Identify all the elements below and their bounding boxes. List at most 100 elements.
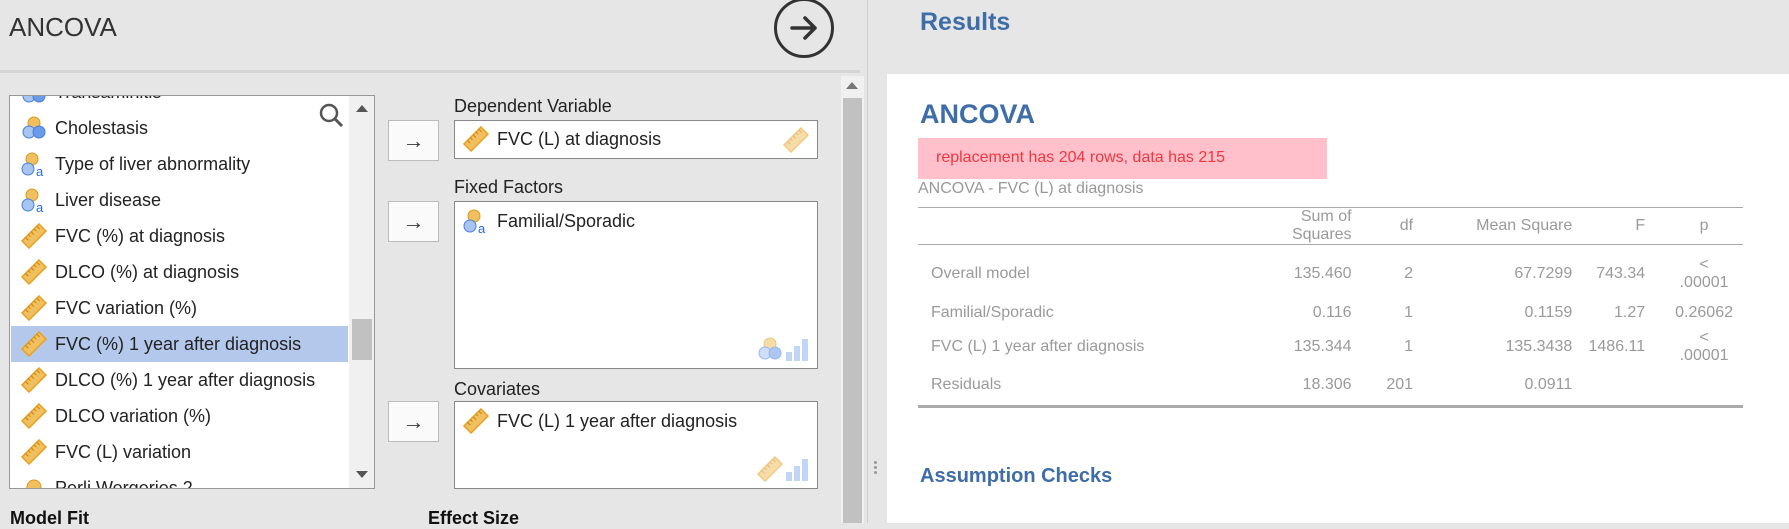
column-header: Mean Square [1435,207,1583,245]
panel-splitter[interactable] [867,0,887,523]
continuous-variable-icon [20,258,48,286]
results-title: Results [920,8,1011,36]
run-button[interactable] [774,0,834,58]
scrollbar-thumb[interactable] [843,98,862,523]
continuous-variable-icon [20,366,48,394]
row-label: Familial/Sporadic [931,303,1054,321]
variable-list-item[interactable]: DLCO (%) at diagnosis [11,254,348,290]
variable-label: Perli Wergeries 2 [55,477,193,489]
table-cell: 135.460 [1293,264,1352,282]
table-row: Overall model 135.460 2 67.7299 743.34 < .000… [918,245,1743,297]
variable-label: Transaminitis [55,96,161,103]
variable-list-item[interactable]: FVC (L) variation [11,434,348,470]
continuous-variable-icon [20,294,48,322]
arrow-right-icon: → [402,127,425,153]
move-to-covariates-button[interactable]: → [388,401,439,442]
variable-label: FVC variation (%) [55,297,198,318]
row-label: Overall model [931,264,1030,282]
options-scrollbar[interactable] [841,76,864,523]
move-to-dependent-button[interactable]: → [388,120,439,161]
ordinal-type-hint-icon [785,456,809,482]
variable-label: DLCO (%) at diagnosis [55,261,240,282]
analysis-title: ANCOVA [9,12,117,42]
table-cell: < .00001 [1679,255,1729,291]
variable-label: DLCO (%) 1 year after diagnosis [55,369,316,390]
scroll-up-icon[interactable] [356,105,368,112]
options-panel: ANCOVA Transaminitis Cholestasis a Type of … [0,0,867,528]
continuous-variable-icon [20,222,48,250]
column-header: p [1675,207,1743,245]
variable-label: FVC (%) 1 year after diagnosis [55,333,302,354]
effect-size-section[interactable]: Effect Size [428,508,519,529]
svg-text:a: a [36,164,44,177]
fixed-factors-box[interactable]: a Familial/Sporadic [454,201,818,369]
variable-list-item[interactable]: Transaminitis [11,96,348,110]
variable-list-item[interactable]: DLCO variation (%) [11,398,348,434]
arrow-right-icon: → [402,208,425,234]
table-cell: < .00001 [1679,328,1729,364]
continuous-variable-icon [20,330,48,358]
continuous-variable-icon [20,438,48,466]
continuous-type-hint-icon [782,126,810,154]
variable-list-scrollbar[interactable] [349,96,374,488]
variable-list-item[interactable]: DLCO (%) 1 year after diagnosis [11,362,348,398]
assumption-checks-heading[interactable]: Assumption Checks [920,465,1112,488]
scroll-up-icon[interactable] [846,82,858,89]
analysis-heading: ANCOVA [920,99,1036,129]
variable-list-item[interactable]: a Liver disease [11,182,348,218]
fixed-factor-item[interactable]: a Familial/Sporadic [463,208,636,236]
table-cell: 0.0911 [1435,364,1583,408]
table-cell: 1 [1404,337,1414,355]
variable-list-item[interactable]: FVC (%) 1 year after diagnosis [11,326,348,362]
variable-list-item[interactable]: Perli Wergeries 2 [11,470,348,489]
table-cell: 0.1159 [1524,303,1573,321]
table-cell: 1.27 [1614,303,1646,321]
table-header-row: Sum of Squares df Mean Square F p [918,207,1743,245]
variable-label: FVC (L) 1 year after diagnosis [497,410,738,431]
variable-list-item[interactable]: FVC variation (%) [11,290,348,326]
scrollbar-thumb[interactable] [352,319,372,360]
variable-label: Type of liver abnormality [55,153,251,174]
column-header [918,207,1262,245]
arrow-right-icon: → [402,408,425,434]
covariate-item[interactable]: FVC (L) 1 year after diagnosis [462,407,738,435]
variable-label: Cholestasis [55,117,149,138]
dependent-variable-box[interactable]: FVC (L) at diagnosis [454,120,818,159]
variable-list[interactable]: Transaminitis Cholestasis a Type of liver a… [9,95,375,489]
table-cell: 67.7299 [1514,264,1573,282]
table-title: ANCOVA - FVC (L) at diagnosis [918,180,1144,197]
table-cell: 18.306 [1262,364,1362,408]
move-to-fixed-factors-button[interactable]: → [388,201,439,242]
table-cell: 1486.11 [1588,337,1646,355]
scroll-down-icon[interactable] [356,471,368,478]
variable-label: Liver disease [55,189,162,210]
nominal-type-hint-icon [757,336,783,362]
search-icon[interactable] [318,102,344,128]
table-cell: 0.26062 [1675,303,1733,321]
covariates-box[interactable]: FVC (L) 1 year after diagnosis [454,401,818,489]
nominal-text-variable-icon: a [21,151,47,179]
variable-label: FVC (%) at diagnosis [55,225,226,246]
ordinal-type-hint-icon [785,336,809,362]
continuous-variable-icon [462,407,490,435]
ancova-table: Sum of Squares df Mean Square F p Overal… [918,207,1743,408]
variable-list-item[interactable]: a Type of liver abnormality [11,146,348,182]
variable-list-item[interactable]: FVC (%) at diagnosis [11,218,348,254]
continuous-type-hint-icon [756,455,784,483]
continuous-variable-icon [20,402,48,430]
row-label: FVC (L) 1 year after diagnosis [931,337,1145,355]
grip-icon[interactable] [874,461,878,477]
column-header: F [1582,207,1676,245]
nominal-text-variable-icon: a [21,187,47,215]
table-row: FVC (L) 1 year after diagnosis 135.344 1 13… [918,329,1743,365]
variable-label: DLCO variation (%) [55,405,212,426]
column-header: Sum of Squares [1262,207,1362,245]
table-cell: 1 [1404,303,1414,321]
variable-label: Familial/Sporadic [497,210,636,231]
svg-text:a: a [36,200,44,213]
arrow-circle-right-icon [790,16,817,40]
model-fit-section[interactable]: Model Fit [10,508,89,529]
table-cell: 2 [1404,264,1414,282]
dependent-variable-item[interactable]: FVC (L) at diagnosis [462,125,661,153]
variable-list-item[interactable]: Cholestasis [11,110,348,146]
